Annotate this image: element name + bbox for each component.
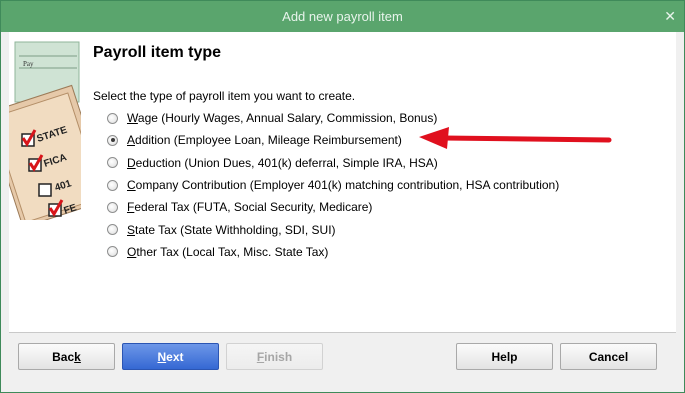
payroll-type-option[interactable]: Company Contribution (Employer 401(k) ma… [107,174,559,196]
option-description: ederal Tax (FUTA, Social Security, Medic… [134,200,373,215]
radio-button[interactable] [107,201,118,213]
payroll-type-option[interactable]: State Tax (State Withholding, SDI, SUI) [107,218,559,240]
red-arrow-annotation [419,127,612,149]
option-label: Addition (Employee Loan, Mileage Reimbur… [127,133,402,147]
option-accelerator-key: O [127,244,137,259]
back-accelerator-key: k [74,349,81,364]
dialog-window: Add new payroll item ✕ Pay STATE FICA 40… [0,0,685,393]
finish-accelerator-key: F [256,349,265,364]
radio-button[interactable] [107,224,118,236]
payroll-type-option[interactable]: Other Tax (Local Tax, Misc. State Tax) [107,241,559,263]
option-accelerator-key: C [127,178,136,193]
cancel-button[interactable]: Cancel [560,343,657,370]
title-bar[interactable]: Add new payroll item ✕ [1,1,684,32]
footer-divider [9,332,676,333]
option-accelerator-key: D [127,155,136,170]
help-button[interactable]: Help [456,343,553,370]
dialog-title: Add new payroll item [282,9,403,24]
payroll-type-option[interactable]: Deduction (Union Dues, 401(k) deferral, … [107,152,559,174]
instruction-text: Select the type of payroll item you want… [93,89,356,103]
illustration-text: Pay [23,60,34,68]
next-button[interactable]: Next [122,343,219,370]
option-label: Wage (Hourly Wages, Annual Salary, Commi… [127,111,437,125]
option-description: age (Hourly Wages, Annual Salary, Commis… [137,111,438,126]
radio-button[interactable] [107,179,118,191]
payroll-type-option[interactable]: Federal Tax (FUTA, Social Security, Medi… [107,196,559,218]
radio-button[interactable] [107,157,118,169]
close-icon[interactable]: ✕ [664,8,676,25]
option-label: State Tax (State Withholding, SDI, SUI) [127,223,336,237]
option-description: eduction (Union Dues, 401(k) deferral, S… [135,155,438,170]
option-label: Deduction (Union Dues, 401(k) deferral, … [127,156,438,170]
option-accelerator-key: S [127,222,136,237]
option-description: ddition (Employee Loan, Mileage Reimburs… [135,133,402,148]
payroll-type-option[interactable]: Wage (Hourly Wages, Annual Salary, Commi… [107,107,559,129]
option-description: ompany Contribution (Employer 401(k) mat… [135,178,560,193]
finish-button[interactable]: Finish [226,343,323,370]
option-accelerator-key: A [127,133,136,148]
option-description: ther Tax (Local Tax, Misc. State Tax) [136,244,329,259]
option-label: Company Contribution (Employer 401(k) ma… [127,178,559,192]
dialog-content: Pay STATE FICA 401 FE Payroll item type … [9,32,676,332]
option-label: Federal Tax (FUTA, Social Security, Medi… [127,200,372,214]
radio-button[interactable] [107,246,118,258]
option-description: tate Tax (State Withholding, SDI, SUI) [135,222,336,237]
next-label-end: ext [166,349,184,364]
option-label: Other Tax (Local Tax, Misc. State Tax) [127,245,328,259]
next-accelerator-key: N [157,349,167,364]
back-label-start: Bac [52,349,75,364]
back-button[interactable]: Bac k [18,343,115,370]
page-title: Payroll item type [93,44,222,61]
option-accelerator-key: W [127,111,138,126]
radio-button[interactable] [107,134,118,146]
payroll-forms-illustration: Pay STATE FICA 401 FE [9,38,81,220]
finish-label-end: inish [264,349,293,364]
radio-button[interactable] [107,112,118,124]
